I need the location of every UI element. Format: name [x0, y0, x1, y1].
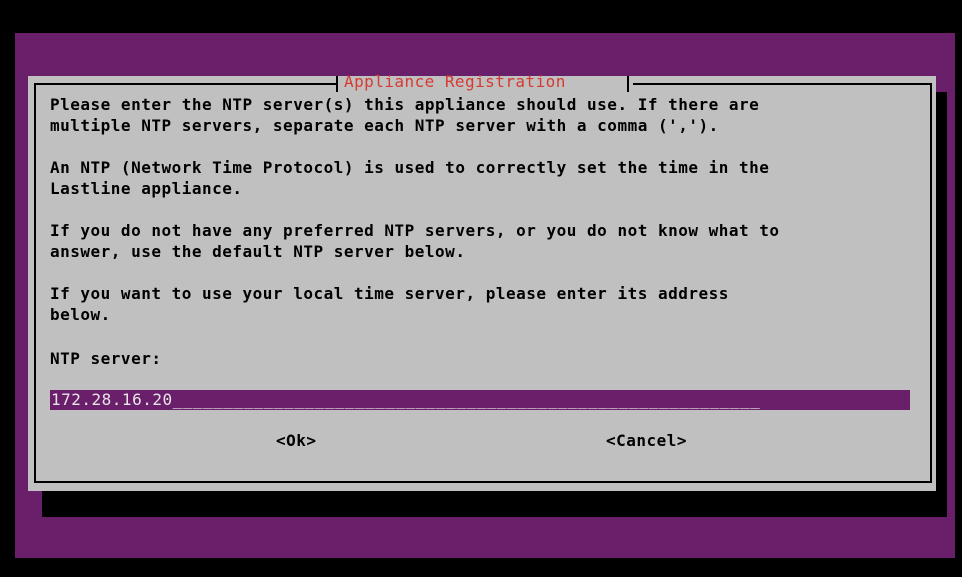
dialog-frame-top-right — [633, 83, 932, 85]
instruction-paragraph-ntp-definition: An NTP (Network Time Protocol) is used t… — [50, 158, 770, 198]
ntp-server-input[interactable]: 172.28.16.20____________________________… — [50, 390, 910, 410]
dialog-title: Appliance Registration — [344, 72, 566, 91]
instruction-paragraph-local-server: If you want to use your local time serve… — [50, 284, 729, 324]
console-screen: Appliance Registration Please enter the … — [0, 0, 962, 577]
ntp-server-value: 172.28.16.20 — [51, 390, 173, 409]
instruction-paragraph-ntp-servers: Please enter the NTP server(s) this appl… — [50, 95, 760, 135]
ntp-server-input-fill: ________________________________________… — [172, 390, 761, 409]
instruction-paragraph-default-server: If you do not have any preferred NTP ser… — [50, 221, 780, 261]
ntp-server-label: NTP server: — [50, 349, 162, 368]
ok-button[interactable]: <Ok> — [276, 431, 317, 451]
appliance-registration-dialog: Appliance Registration Please enter the … — [28, 72, 936, 491]
cancel-button[interactable]: <Cancel> — [606, 431, 687, 451]
title-bracket-right — [627, 76, 629, 92]
dialog-frame-top-left — [34, 83, 338, 85]
title-bracket-left — [336, 76, 338, 92]
dialog-body: Please enter the NTP server(s) this appl… — [50, 94, 920, 346]
